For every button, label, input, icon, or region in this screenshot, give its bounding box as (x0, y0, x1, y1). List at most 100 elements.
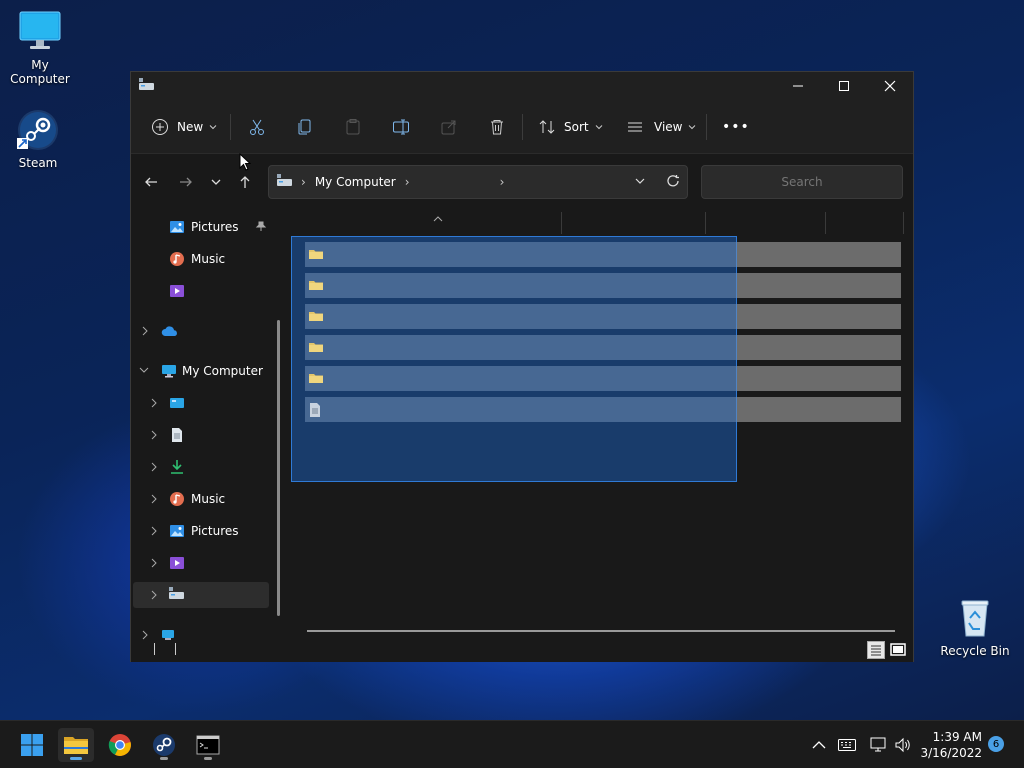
nav-item-downloads[interactable] (169, 454, 185, 480)
tiles-view-toggle[interactable] (889, 641, 907, 662)
refresh-button[interactable] (666, 174, 680, 191)
view-button[interactable]: View (626, 114, 697, 140)
speaker-icon (895, 737, 910, 753)
taskbar-steam[interactable] (146, 728, 182, 762)
arrow-up-icon (240, 176, 250, 188)
network-tray-button[interactable] (870, 721, 888, 768)
paste-button[interactable] (344, 114, 362, 140)
nav-pane-scrollbar[interactable] (277, 320, 280, 616)
nav-item-pinned-music[interactable]: Music (169, 246, 225, 272)
chevron-down-icon (689, 125, 696, 130)
file-row[interactable] (305, 335, 901, 360)
music-icon (170, 252, 184, 266)
folder-icon (308, 340, 324, 357)
new-button[interactable]: New (151, 114, 218, 140)
taskbar-chrome[interactable] (102, 728, 138, 762)
rename-icon (393, 119, 409, 135)
chevron-right-icon[interactable] (141, 326, 149, 339)
row-name-cell (305, 335, 737, 360)
nav-item-my-computer[interactable]: My Computer (161, 358, 263, 384)
more-options-button[interactable]: ••• (722, 114, 750, 140)
details-view-icon (867, 641, 885, 659)
chevron-down-icon (209, 125, 217, 130)
desktop-icon-my-computer[interactable]: My Computer (0, 10, 80, 86)
desktop-icon-label: My Computer (10, 58, 70, 86)
copy-icon (298, 119, 311, 135)
search-input[interactable] (701, 165, 903, 199)
column-divider[interactable] (903, 212, 904, 234)
file-list (289, 210, 913, 640)
address-bar[interactable]: › My Computer › › (268, 165, 688, 199)
recent-locations-button[interactable] (206, 172, 226, 192)
sort-button[interactable]: Sort (538, 114, 604, 140)
chevron-right-icon[interactable] (150, 430, 158, 443)
document-icon (172, 428, 182, 442)
breadcrumb-separator[interactable]: › (405, 175, 410, 189)
show-hidden-icons-button[interactable] (812, 721, 826, 768)
row-name-cell (305, 242, 737, 267)
nav-item-pinned-pictures[interactable]: Pictures (169, 214, 239, 240)
chevron-right-icon[interactable] (150, 398, 158, 411)
clock[interactable]: 1:39 AM 3/16/2022 (920, 729, 982, 761)
column-divider[interactable] (561, 212, 562, 234)
chevron-right-icon[interactable] (150, 558, 158, 571)
status-divider (175, 643, 176, 655)
breadcrumb-my-computer[interactable]: My Computer (315, 175, 396, 189)
minimize-button[interactable] (775, 72, 821, 100)
chevron-right-icon[interactable] (150, 526, 158, 539)
title-bar[interactable] (131, 72, 913, 100)
running-indicator (70, 757, 82, 760)
notification-badge[interactable]: 6 (988, 736, 1004, 752)
horizontal-scrollbar[interactable] (307, 630, 895, 632)
row-name-cell (305, 273, 737, 298)
up-button[interactable] (235, 172, 255, 192)
desktop-icon-steam[interactable]: Steam (0, 108, 78, 170)
nav-item-onedrive[interactable] (161, 318, 179, 344)
sort-ascending-icon[interactable] (433, 212, 443, 226)
breadcrumb-expand-chevron[interactable]: › (500, 175, 505, 189)
scissors-icon (250, 119, 264, 135)
desktop-icon-recycle-bin[interactable]: Recycle Bin (935, 596, 1015, 658)
nav-item-local-disk-selected[interactable] (133, 582, 269, 608)
file-row[interactable] (305, 304, 901, 329)
copy-button[interactable] (296, 114, 314, 140)
nav-item-pictures[interactable]: Pictures (169, 518, 239, 544)
nav-item-desktop[interactable] (169, 390, 185, 416)
taskbar-terminal[interactable] (190, 728, 226, 762)
file-row[interactable] (305, 397, 901, 422)
file-row[interactable] (305, 273, 901, 298)
chevron-right-icon[interactable] (150, 462, 158, 475)
share-button[interactable] (440, 114, 458, 140)
details-view-toggle[interactable] (867, 641, 885, 662)
file-row[interactable] (305, 366, 901, 391)
forward-button[interactable] (176, 172, 196, 192)
pin-icon[interactable] (255, 220, 267, 235)
running-indicator (160, 757, 168, 760)
column-divider[interactable] (705, 212, 706, 234)
back-button[interactable] (141, 172, 161, 192)
sort-button-label: Sort (564, 120, 589, 134)
keyboard-tray-button[interactable] (838, 721, 856, 768)
column-divider[interactable] (825, 212, 826, 234)
volume-tray-button[interactable] (894, 721, 912, 768)
chevron-down-icon (211, 179, 221, 185)
taskbar-file-explorer[interactable] (58, 728, 94, 762)
nav-item-pinned-videos[interactable] (169, 278, 185, 304)
more-options-label: ••• (722, 119, 750, 135)
close-button[interactable] (867, 72, 913, 100)
nav-item-videos[interactable] (169, 550, 185, 576)
maximize-button[interactable] (821, 72, 867, 100)
start-button[interactable] (14, 728, 50, 762)
nav-item-documents[interactable] (169, 422, 185, 448)
chevron-right-icon[interactable] (150, 590, 158, 603)
cut-button[interactable] (248, 114, 266, 140)
clock-date: 3/16/2022 (920, 746, 982, 760)
file-row[interactable] (305, 242, 901, 267)
rename-button[interactable] (392, 114, 410, 140)
folder-icon (308, 278, 324, 295)
chevron-right-icon[interactable] (150, 494, 158, 507)
chevron-down-icon[interactable] (139, 366, 149, 377)
address-history-dropdown[interactable] (634, 175, 646, 190)
delete-button[interactable] (488, 114, 506, 140)
nav-item-music[interactable]: Music (169, 486, 225, 512)
